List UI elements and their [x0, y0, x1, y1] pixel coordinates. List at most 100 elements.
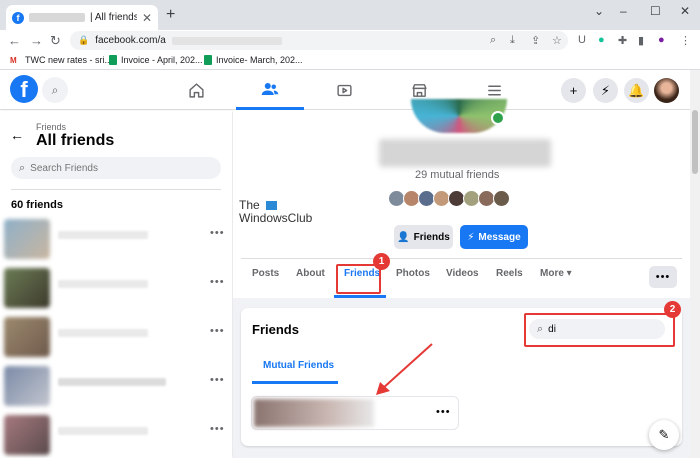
extensions-puzzle-icon[interactable]: ✚ — [618, 34, 627, 47]
extension-u-icon[interactable]: U — [578, 34, 586, 46]
watermark: The WindowsClub — [239, 199, 312, 225]
active-tab-indicator — [252, 381, 338, 384]
list-item[interactable]: ••• — [0, 217, 232, 259]
friend-name-redacted — [58, 280, 148, 288]
search-friends-box[interactable]: ⌕ — [11, 157, 221, 179]
window-dropdown-icon[interactable]: ⌄ — [594, 4, 604, 18]
list-item[interactable]: ••• — [251, 396, 459, 430]
annotation-badge-2: 2 — [664, 301, 681, 318]
list-item[interactable]: ••• — [0, 315, 232, 357]
tab-title-redacted — [29, 13, 85, 22]
chrome-menu-icon[interactable]: ⋮ — [680, 34, 691, 47]
divider — [11, 189, 221, 190]
list-item[interactable]: ••• — [0, 413, 232, 455]
message-button[interactable]: ⚡ Message — [460, 225, 528, 249]
reload-icon[interactable]: ↻ — [50, 33, 61, 49]
account-avatar[interactable] — [654, 78, 679, 103]
avatar[interactable] — [493, 190, 510, 207]
share-icon[interactable]: ⇪ — [531, 34, 540, 47]
more-options-icon[interactable]: ••• — [210, 374, 225, 386]
create-button[interactable]: + — [561, 78, 586, 103]
tab-reels[interactable]: Reels — [496, 268, 523, 279]
compose-icon: ✎ — [658, 427, 670, 442]
more-options-icon[interactable]: ••• — [210, 276, 225, 288]
friend-name-redacted — [58, 231, 148, 239]
list-item[interactable]: ••• — [0, 364, 232, 406]
new-message-button[interactable]: ✎ — [649, 420, 679, 450]
home-icon — [188, 82, 204, 98]
profile-name-redacted — [379, 139, 551, 167]
friend-name-redacted — [58, 427, 148, 435]
facebook-logo-icon[interactable]: f — [10, 75, 38, 103]
bookmark-item[interactable]: Invoice - April, 202... — [109, 55, 203, 65]
bookmark-star-icon[interactable]: ☆ — [552, 34, 562, 47]
tab-close-icon[interactable]: ✕ — [142, 11, 152, 25]
more-options-icon[interactable]: ••• — [210, 227, 225, 239]
nav-friends[interactable] — [236, 70, 304, 110]
messenger-icon: ⚡ — [467, 231, 475, 243]
message-button-label: Message — [478, 231, 521, 243]
friend-avatar — [4, 268, 50, 308]
bookmark-item[interactable]: M TWC new rates - sri... — [10, 55, 112, 65]
url-text: facebook.com/a — [95, 35, 166, 46]
more-options-icon[interactable]: ••• — [210, 325, 225, 337]
tab-videos[interactable]: Videos — [446, 268, 479, 279]
friend-count: 60 friends — [11, 199, 63, 211]
nav-home[interactable] — [162, 70, 230, 110]
profile-card: 29 mutual friends The WindowsClub 👤 Frie… — [233, 99, 690, 298]
search-friends-input[interactable] — [30, 162, 201, 174]
install-icon[interactable]: ⤓ — [510, 34, 515, 47]
side-panel-icon[interactable]: ▮ — [638, 34, 644, 47]
search-icon: ⌕ — [19, 161, 26, 174]
online-status-icon — [491, 111, 505, 125]
tab-mutual-friends[interactable]: Mutual Friends — [263, 360, 334, 371]
profile-options-button[interactable]: ••• — [649, 266, 677, 288]
annotation-box-search — [524, 313, 675, 347]
section-title: Friends — [252, 322, 299, 337]
breadcrumb[interactable]: Friends — [36, 122, 66, 132]
back-arrow-icon[interactable]: ← — [10, 127, 24, 143]
watermark-line-2: WindowsClub — [239, 211, 313, 225]
list-item[interactable]: ••• — [0, 266, 232, 308]
tab-about[interactable]: About — [296, 268, 325, 279]
tab-posts[interactable]: Posts — [252, 268, 279, 279]
grammarly-icon[interactable]: ● — [598, 34, 605, 46]
watch-icon — [336, 84, 352, 96]
search-icon[interactable]: ⌕ — [490, 34, 496, 47]
maximize-button[interactable]: ☐ — [650, 4, 661, 18]
messenger-button[interactable]: ⚡ — [593, 78, 618, 103]
friends-icon — [261, 82, 279, 95]
more-options-icon[interactable]: ••• — [436, 406, 451, 418]
browser-tab[interactable]: f | All friends | Fa ✕ — [6, 5, 158, 30]
bookmark-label: Invoice- March, 202... — [216, 55, 303, 65]
profile-icon[interactable]: ● — [658, 34, 665, 46]
bookmark-item[interactable]: Invoice- March, 202... — [204, 55, 303, 65]
new-tab-button[interactable]: + — [166, 6, 175, 24]
profile-content: 29 mutual friends The WindowsClub 👤 Frie… — [233, 99, 690, 458]
bookmarks-bar: M TWC new rates - sri... Invoice - April… — [0, 52, 700, 70]
forward-icon[interactable]: → — [30, 33, 43, 48]
back-icon[interactable]: ← — [8, 33, 21, 48]
notifications-button[interactable]: 🔔 — [624, 78, 649, 103]
more-options-icon[interactable]: ••• — [210, 423, 225, 435]
tab-more[interactable]: More ▾ — [540, 268, 572, 279]
friend-avatar — [4, 219, 50, 259]
friend-avatar — [4, 415, 50, 455]
facebook-header: f ⌕ + ⚡ 🔔 — [0, 70, 690, 110]
mutual-friends-count[interactable]: 29 mutual friends — [415, 169, 499, 181]
annotation-badge-1: 1 — [373, 253, 390, 270]
close-window-button[interactable]: ✕ — [680, 4, 690, 18]
sheets-icon — [109, 55, 117, 65]
tab-photos[interactable]: Photos — [396, 268, 430, 279]
search-icon: ⌕ — [51, 82, 59, 97]
bookmark-label: TWC new rates - sri... — [25, 55, 113, 65]
more-options-icon: ••• — [655, 271, 671, 283]
url-redacted — [171, 36, 282, 45]
plus-icon: + — [569, 83, 578, 98]
facebook-search-button[interactable]: ⌕ — [42, 77, 68, 103]
friends-button[interactable]: 👤 Friends — [394, 225, 453, 249]
nav-watch[interactable] — [310, 70, 378, 110]
sheets-icon — [204, 55, 212, 65]
minimize-button[interactable]: – — [620, 4, 627, 18]
scrollbar-thumb[interactable] — [692, 110, 698, 174]
